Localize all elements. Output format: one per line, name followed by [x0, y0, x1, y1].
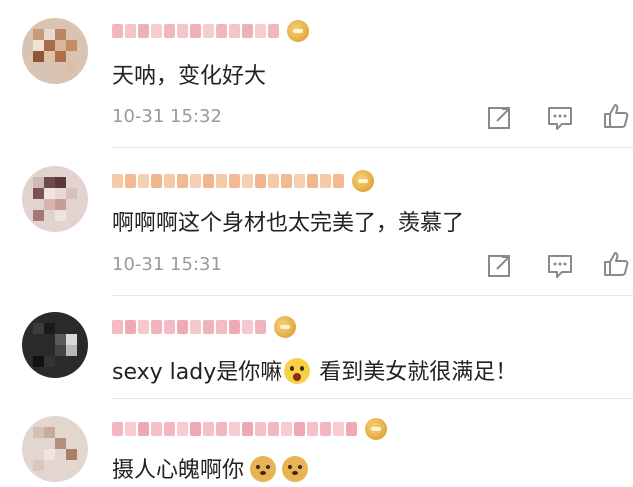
divider — [112, 295, 633, 296]
comment-text: 摄人心魄啊你 — [112, 452, 310, 484]
reply-icon[interactable] — [546, 104, 574, 132]
divider — [112, 398, 633, 399]
comment-time: 10-31 15:31 — [112, 254, 222, 275]
comment-text-part: 看到美女就很满足！ — [312, 360, 518, 385]
avatar[interactable] — [22, 312, 88, 378]
avatar[interactable] — [22, 416, 88, 482]
avatar[interactable] — [22, 166, 88, 232]
comment-text: 啊啊啊这个身材也太完美了，羡慕了 — [112, 211, 465, 236]
username-blurred[interactable] — [112, 418, 387, 440]
vip-badge-icon — [287, 20, 309, 42]
comment-text-part: sexy lady是你嘛 — [112, 360, 283, 385]
share-icon[interactable] — [486, 252, 514, 280]
username-blurred[interactable] — [112, 170, 374, 192]
comment-text: sexy lady是你嘛 看到美女就很满足！ — [112, 354, 517, 386]
username-blurred[interactable] — [112, 20, 309, 42]
comment-time: 10-31 15:32 — [112, 106, 222, 127]
comment-text: 天呐，变化好大 — [112, 64, 267, 89]
comment-text-part: 摄人心魄啊你 — [112, 458, 245, 483]
doge-emoji-icon — [250, 456, 277, 482]
reply-icon[interactable] — [546, 252, 574, 280]
share-icon[interactable] — [486, 104, 514, 132]
vip-badge-icon — [365, 418, 387, 440]
divider — [112, 147, 633, 148]
vip-badge-icon — [352, 170, 374, 192]
username-blurred[interactable] — [112, 316, 296, 338]
vip-badge-icon — [274, 316, 296, 338]
like-icon[interactable] — [602, 250, 630, 278]
scream-emoji-icon — [284, 358, 311, 384]
avatar[interactable] — [22, 18, 88, 84]
doge-emoji-icon — [282, 456, 309, 482]
like-icon[interactable] — [602, 102, 630, 130]
